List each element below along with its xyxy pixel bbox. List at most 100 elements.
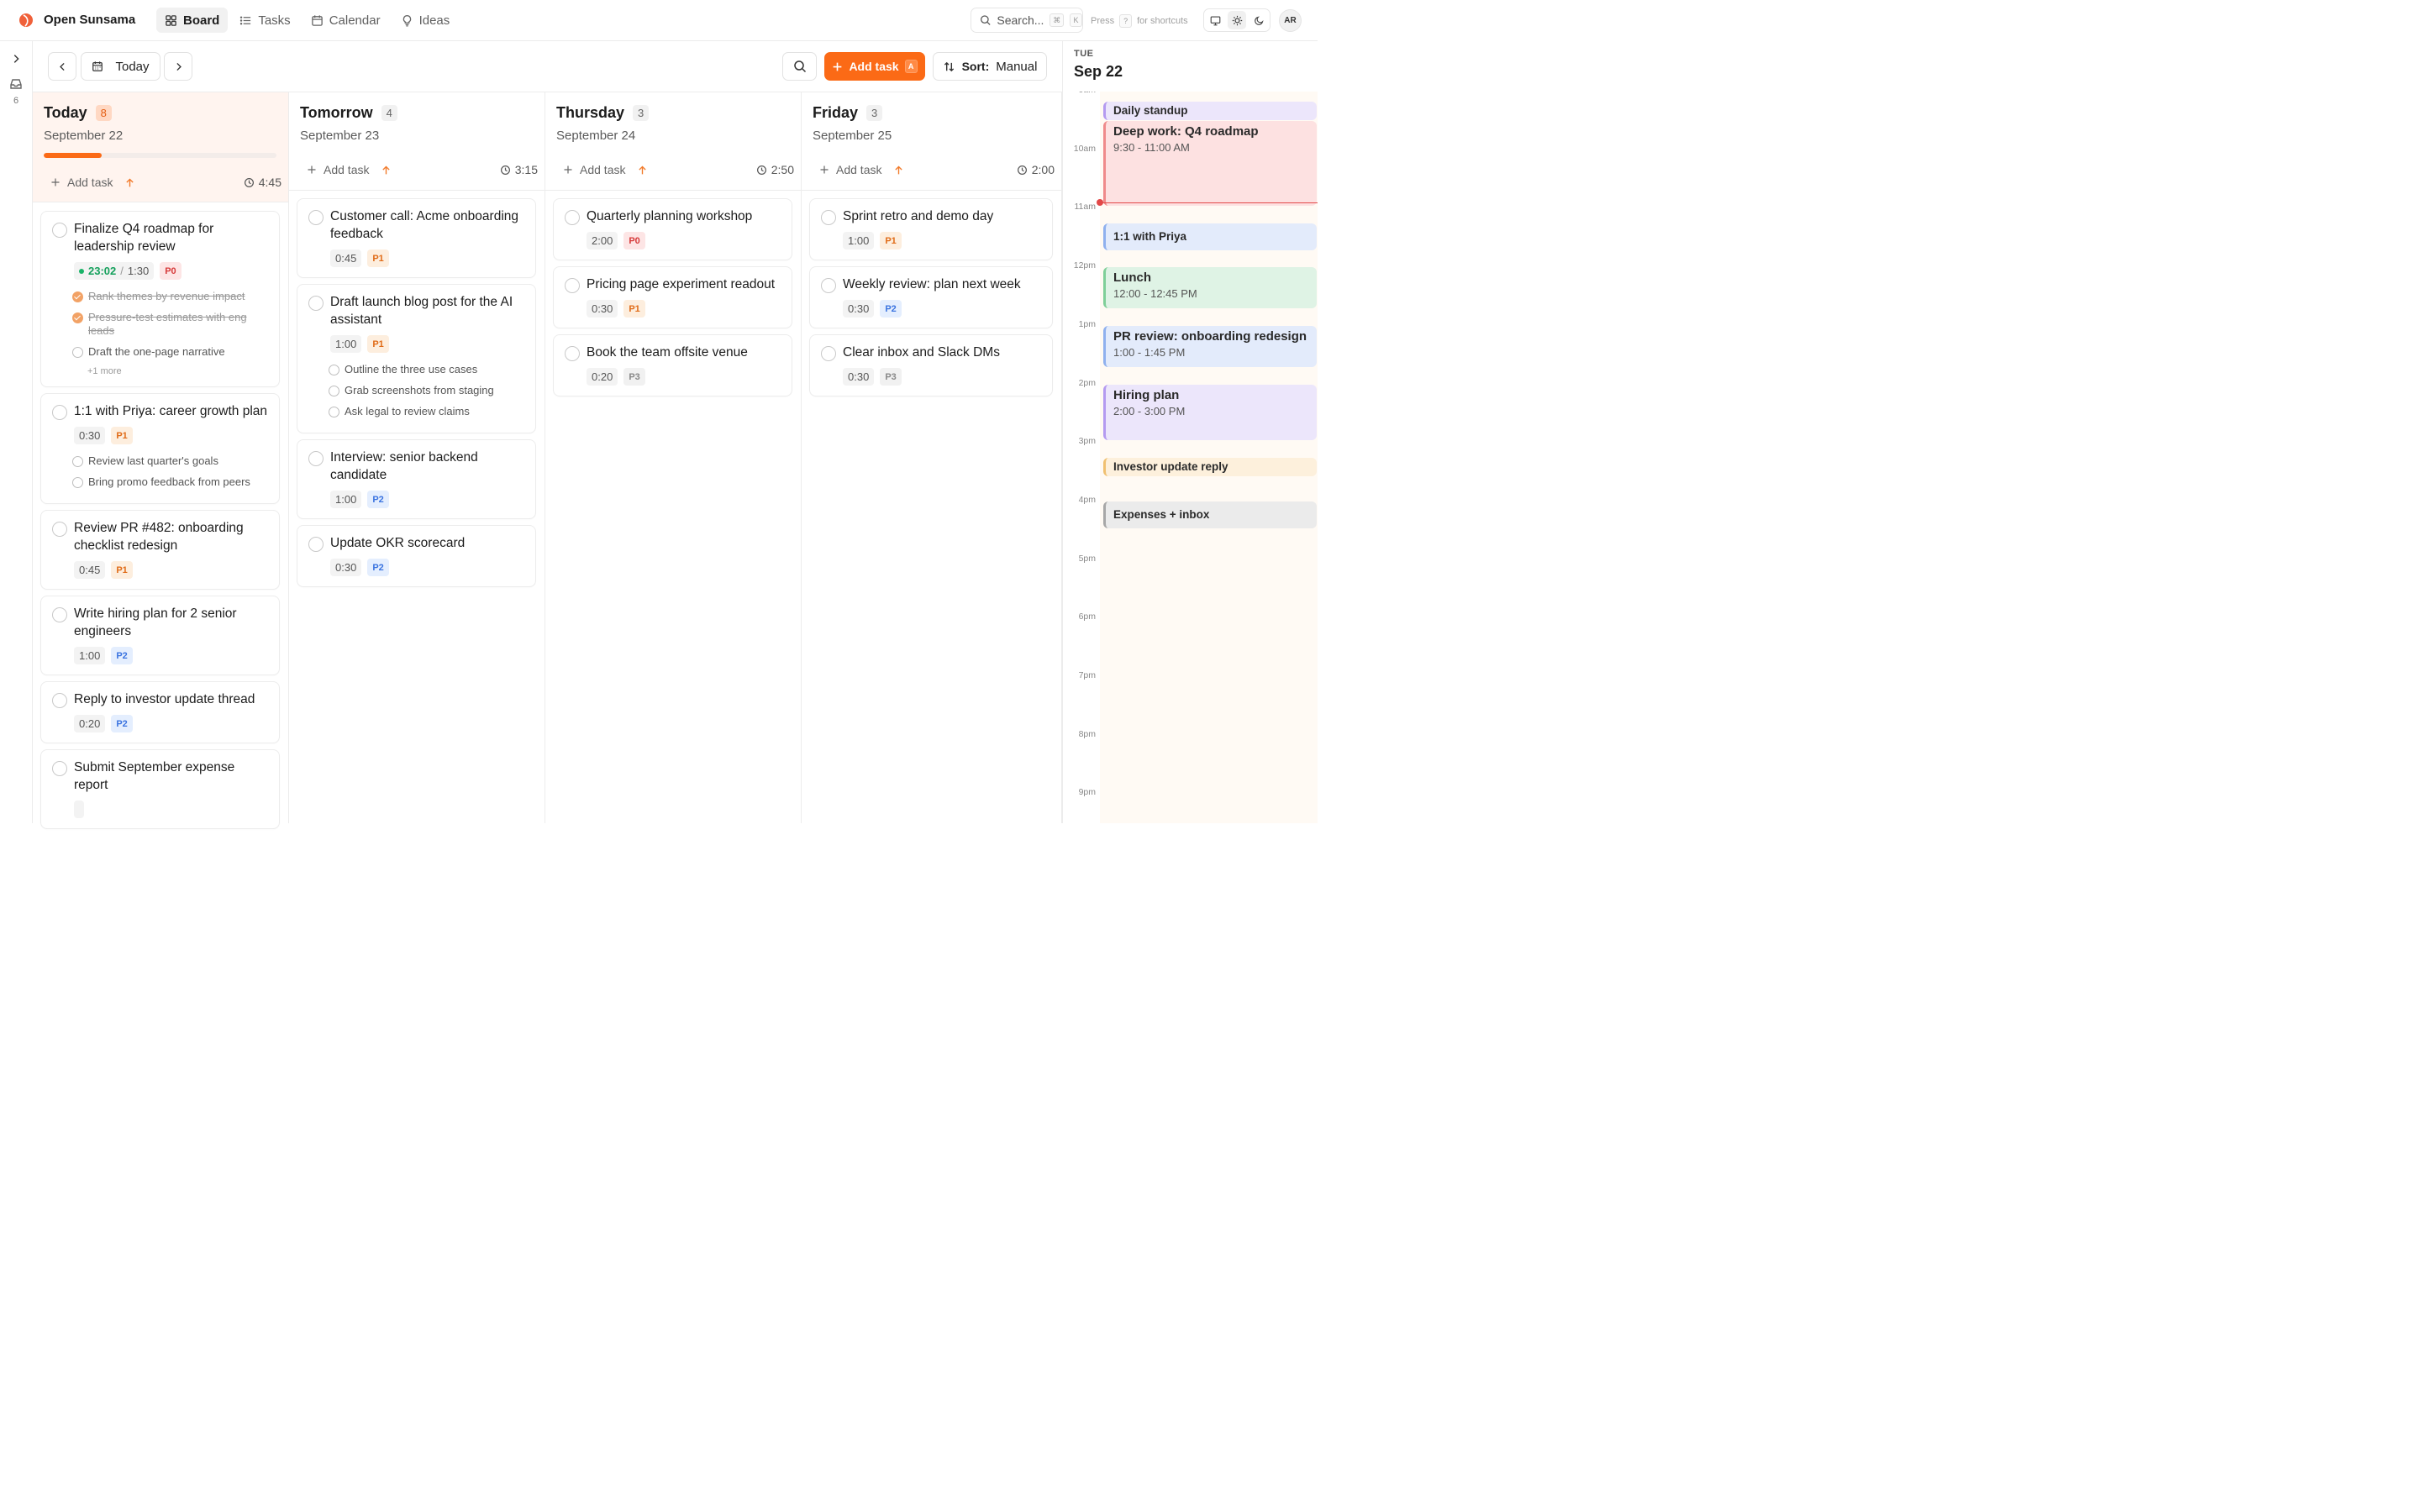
- priority-badge[interactable]: P2: [880, 300, 902, 318]
- subtask-item[interactable]: Draft the one-page narrative: [72, 342, 269, 363]
- arrow-up-icon[interactable]: [124, 177, 135, 188]
- nav-calendar[interactable]: Calendar: [302, 8, 389, 33]
- task-card[interactable]: Weekly review: plan next week 0:30 P2: [809, 266, 1053, 328]
- calendar-event[interactable]: Hiring plan 2:00 - 3:00 PM: [1103, 384, 1317, 441]
- monitor-icon[interactable]: [1206, 11, 1224, 29]
- subtask-checkbox[interactable]: [329, 365, 339, 375]
- calendar-event[interactable]: PR review: onboarding redesign 1:00 - 1:4…: [1103, 325, 1317, 368]
- task-time-estimate[interactable]: 0:30: [74, 427, 106, 444]
- subtask-checkbox[interactable]: [72, 312, 83, 323]
- priority-badge[interactable]: P1: [111, 427, 133, 444]
- task-card[interactable]: Sprint retro and demo day 1:00 P1: [809, 198, 1053, 260]
- priority-badge[interactable]: P0: [160, 262, 182, 280]
- calendar-event[interactable]: 1:1 with Priya: [1103, 223, 1317, 250]
- nav-board[interactable]: Board: [156, 8, 229, 33]
- task-complete-checkbox[interactable]: [308, 210, 324, 225]
- task-time-estimate[interactable]: 0:30: [330, 559, 362, 576]
- subtask-item[interactable]: Review last quarter's goals: [72, 451, 269, 472]
- priority-badge[interactable]: P1: [367, 335, 389, 353]
- task-card[interactable]: Quarterly planning workshop 2:00 P0: [553, 198, 792, 260]
- subtask-item[interactable]: Outline the three use cases: [329, 360, 525, 381]
- search-input[interactable]: Search... ⌘ K: [971, 8, 1083, 33]
- task-complete-checkbox[interactable]: [565, 210, 580, 225]
- subtask-checkbox[interactable]: [72, 456, 83, 467]
- column-add-task-button[interactable]: Add task: [556, 163, 625, 176]
- task-time-estimate[interactable]: 1:00: [330, 491, 362, 508]
- nav-tasks[interactable]: Tasks: [231, 8, 298, 33]
- task-time-estimate[interactable]: 0:30: [587, 300, 618, 318]
- subtask-checkbox[interactable]: [329, 407, 339, 417]
- arrow-up-icon[interactable]: [893, 165, 904, 176]
- calendar-event[interactable]: Deep work: Q4 roadmap 9:30 - 11:00 AM: [1103, 120, 1317, 207]
- task-complete-checkbox[interactable]: [308, 537, 324, 552]
- task-complete-checkbox[interactable]: [52, 405, 67, 420]
- nav-ideas[interactable]: Ideas: [392, 8, 459, 33]
- task-card[interactable]: Book the team offsite venue 0:20 P3: [553, 334, 792, 396]
- task-time-estimate[interactable]: 0:45: [330, 249, 362, 267]
- priority-badge[interactable]: P1: [623, 300, 645, 318]
- priority-badge[interactable]: P2: [367, 491, 389, 508]
- task-time-estimate[interactable]: 0:30: [843, 300, 875, 318]
- sun-icon[interactable]: [1228, 11, 1246, 29]
- task-time-estimate[interactable]: 1:00: [843, 232, 875, 249]
- priority-badge[interactable]: [90, 801, 100, 818]
- task-complete-checkbox[interactable]: [565, 278, 580, 293]
- task-complete-checkbox[interactable]: [821, 346, 836, 361]
- sort-button[interactable]: Sort: Manual: [933, 52, 1047, 81]
- task-time-estimate[interactable]: 0:30: [843, 368, 875, 386]
- subtask-checkbox[interactable]: [72, 477, 83, 488]
- calendar-event[interactable]: Investor update reply: [1103, 457, 1317, 476]
- calendar-event[interactable]: Expenses + inbox: [1103, 501, 1317, 528]
- prev-day-button[interactable]: [48, 52, 76, 81]
- inbox-icon[interactable]: [9, 77, 23, 91]
- task-time-estimate[interactable]: 1:00: [330, 335, 362, 353]
- task-complete-checkbox[interactable]: [52, 522, 67, 537]
- priority-badge[interactable]: P1: [880, 232, 902, 249]
- task-card[interactable]: Pricing page experiment readout 0:30 P1: [553, 266, 792, 328]
- priority-badge[interactable]: P0: [623, 232, 645, 249]
- subtask-item[interactable]: Pressure-test estimates with eng leads: [72, 307, 269, 342]
- column-add-task-button[interactable]: Add task: [300, 163, 369, 176]
- chevron-right-icon[interactable]: [10, 53, 22, 65]
- task-complete-checkbox[interactable]: [52, 693, 67, 708]
- priority-badge[interactable]: P2: [111, 715, 133, 732]
- subtask-checkbox[interactable]: [329, 386, 339, 396]
- more-subtasks-link[interactable]: +1 more: [87, 366, 269, 376]
- task-complete-checkbox[interactable]: [52, 761, 67, 776]
- subtask-item[interactable]: Grab screenshots from staging: [329, 381, 525, 402]
- moon-icon[interactable]: [1249, 11, 1268, 29]
- task-card[interactable]: Finalize Q4 roadmap for leadership revie…: [40, 211, 280, 387]
- task-card[interactable]: Clear inbox and Slack DMs 0:30 P3: [809, 334, 1053, 396]
- task-timer-chip[interactable]: 23:02/1:30: [74, 262, 155, 280]
- subtask-item[interactable]: Rank themes by revenue impact: [72, 286, 269, 307]
- task-complete-checkbox[interactable]: [52, 607, 67, 622]
- task-complete-checkbox[interactable]: [565, 346, 580, 361]
- task-card[interactable]: Submit September expense report: [40, 749, 280, 829]
- priority-badge[interactable]: P1: [367, 249, 389, 267]
- task-card[interactable]: Update OKR scorecard 0:30 P2: [297, 525, 536, 587]
- subtask-item[interactable]: Bring promo feedback from peers: [72, 472, 269, 493]
- task-card[interactable]: Interview: senior backend candidate 1:00 P…: [297, 439, 536, 519]
- task-card[interactable]: Reply to investor update thread 0:20 P2: [40, 681, 280, 743]
- task-complete-checkbox[interactable]: [821, 278, 836, 293]
- column-add-task-button[interactable]: Add task: [813, 163, 881, 176]
- task-time-estimate[interactable]: [74, 801, 84, 818]
- task-card[interactable]: Review PR #482: onboarding checklist red…: [40, 510, 280, 590]
- priority-badge[interactable]: P2: [367, 559, 389, 576]
- subtask-checkbox[interactable]: [72, 347, 83, 358]
- column-add-task-button[interactable]: Add task: [44, 176, 113, 189]
- board-search-button[interactable]: [782, 52, 817, 81]
- task-complete-checkbox[interactable]: [821, 210, 836, 225]
- task-time-estimate[interactable]: 1:00: [74, 647, 106, 664]
- priority-badge[interactable]: P3: [880, 368, 902, 386]
- task-time-estimate[interactable]: 2:00: [587, 232, 618, 249]
- subtask-item[interactable]: Ask legal to review claims: [329, 402, 525, 423]
- task-complete-checkbox[interactable]: [308, 451, 324, 466]
- task-time-estimate[interactable]: 0:20: [74, 715, 106, 732]
- task-time-estimate[interactable]: 0:20: [587, 368, 618, 386]
- calendar-event[interactable]: Lunch 12:00 - 12:45 PM: [1103, 267, 1317, 309]
- today-button[interactable]: Today: [81, 52, 160, 81]
- add-task-button[interactable]: Add task A: [824, 52, 925, 81]
- subtask-checkbox[interactable]: [72, 291, 83, 302]
- task-card[interactable]: Customer call: Acme onboarding feedback 0…: [297, 198, 536, 278]
